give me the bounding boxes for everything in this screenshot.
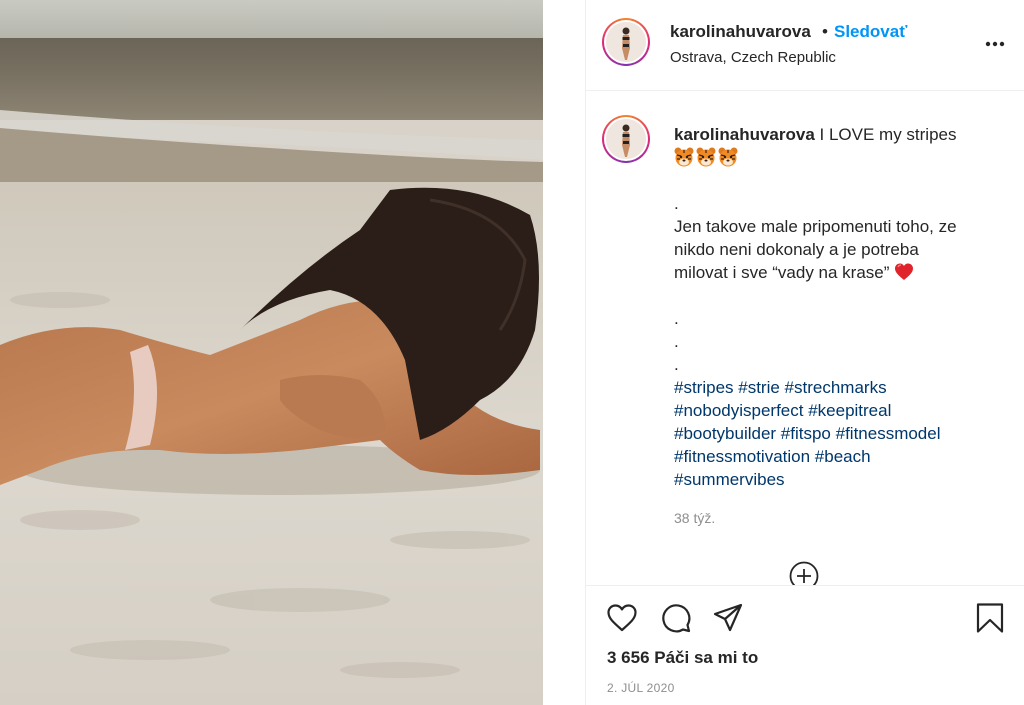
caption-avatar[interactable] — [602, 115, 650, 163]
caption-line — [674, 169, 994, 192]
header-separator: • — [822, 22, 828, 41]
header-username-link[interactable]: karolinahuvarova — [670, 22, 811, 42]
caption-area: karolinahuvarova I LOVE my stripes . Jen… — [586, 91, 1024, 585]
post-actions: 3 656 Páči sa mi to 2. JÚL 2020 — [586, 585, 1024, 705]
more-horizontal-icon[interactable] — [984, 34, 1006, 54]
layout-gap — [543, 0, 585, 705]
avatar-image — [606, 22, 646, 62]
hashtag-link[interactable]: #nobodyisperfect #keepitreal — [674, 399, 994, 422]
caption-line: milovat i sve “vady na krase” — [674, 263, 890, 282]
caption-line: Jen takove male pripomenuti toho, ze — [674, 217, 957, 236]
caption-emoji-line — [674, 146, 994, 169]
bookmark-icon[interactable] — [974, 602, 1006, 634]
comment-icon[interactable] — [660, 602, 692, 634]
hashtag-link[interactable]: #summervibes — [674, 468, 994, 491]
plus-circle-icon[interactable] — [789, 561, 819, 585]
heart-icon[interactable] — [606, 602, 638, 634]
caption-line: I LOVE my stripes — [819, 125, 957, 144]
caption-text: karolinahuvarova I LOVE my stripes . Jen… — [674, 123, 994, 491]
caption-line: . — [674, 355, 679, 374]
avatar[interactable] — [602, 18, 650, 66]
caption-first-line: karolinahuvarova I LOVE my stripes — [674, 123, 994, 146]
tiger-face-icon — [718, 147, 738, 167]
post-header: karolinahuvarova • Sledovať Ostrava, Cze… — [586, 0, 1024, 91]
caption-line — [674, 284, 994, 307]
caption-username-link[interactable]: karolinahuvarova — [674, 125, 815, 144]
location-link[interactable]: Ostrava, Czech Republic — [670, 49, 836, 66]
caption-line: . — [674, 309, 679, 328]
share-icon[interactable] — [712, 602, 744, 634]
instagram-post-view: karolinahuvarova • Sledovať Ostrava, Cze… — [0, 0, 1024, 705]
caption-line: nikdo neni dokonaly a je potreba — [674, 240, 919, 259]
tiger-face-icon — [674, 147, 694, 167]
beach-photo-image — [0, 0, 543, 705]
avatar-image — [606, 119, 646, 159]
tiger-face-icon — [696, 147, 716, 167]
hashtag-link[interactable]: #bootybuilder #fitspo #fitnessmodel — [674, 422, 994, 445]
caption-line: . — [674, 194, 679, 213]
caption-timestamp[interactable]: 38 týž. — [674, 510, 715, 526]
hashtag-link[interactable]: #stripes #strie #strechmarks — [674, 376, 994, 399]
red-heart-icon — [895, 263, 914, 280]
post-photo[interactable] — [0, 0, 543, 705]
post-side-panel: karolinahuvarova • Sledovať Ostrava, Cze… — [585, 0, 1024, 705]
post-date[interactable]: 2. JÚL 2020 — [607, 681, 675, 695]
likes-count[interactable]: 3 656 Páči sa mi to — [607, 648, 758, 668]
caption-line: . — [674, 332, 679, 351]
follow-button[interactable]: Sledovať — [834, 22, 907, 42]
hashtag-link[interactable]: #fitnessmotivation #beach — [674, 445, 994, 468]
caption-heart-line: milovat i sve “vady na krase” — [674, 261, 994, 284]
